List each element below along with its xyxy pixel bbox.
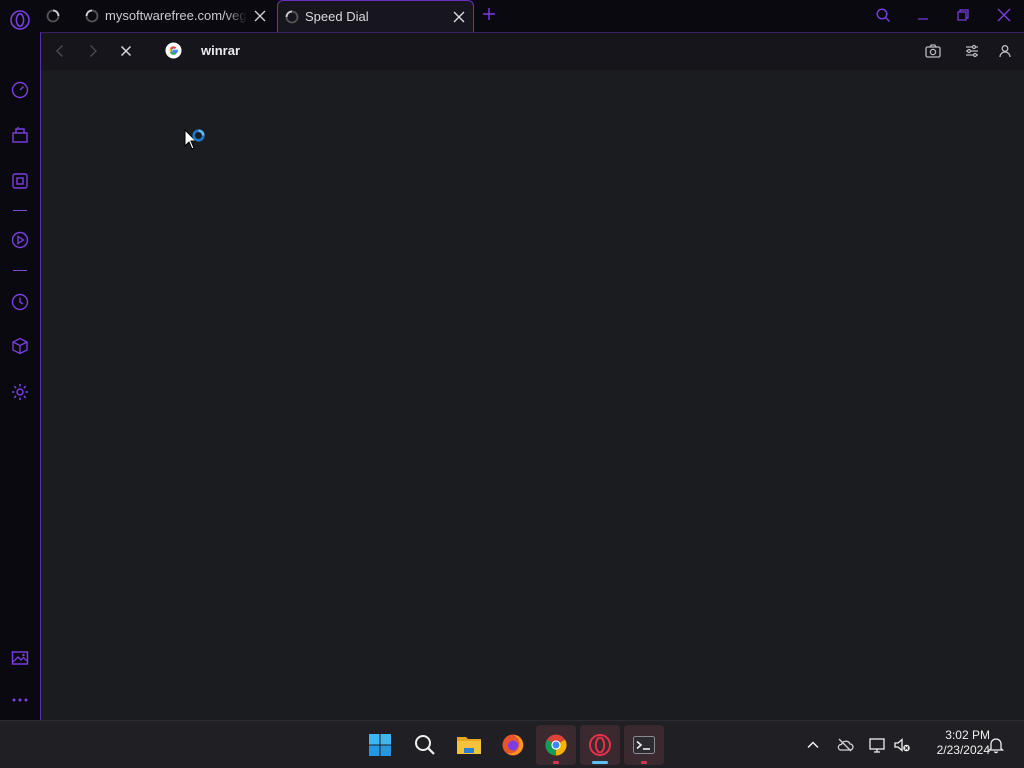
settings-gear-icon[interactable] bbox=[10, 382, 30, 402]
search-icon bbox=[415, 735, 435, 755]
clock-date: 2/23/2024 bbox=[936, 743, 990, 757]
onedrive-cloud-icon[interactable] bbox=[836, 736, 854, 754]
gallery-image-icon[interactable] bbox=[10, 648, 30, 668]
player-icon[interactable] bbox=[10, 230, 30, 250]
back-arrow-icon[interactable] bbox=[52, 43, 68, 59]
loading-spinner-icon bbox=[46, 9, 60, 22]
firefox-icon bbox=[502, 734, 524, 756]
firefox-button[interactable] bbox=[493, 725, 533, 765]
tab-title: Speed Dial bbox=[305, 9, 369, 24]
opera-menu-icon[interactable] bbox=[9, 9, 31, 31]
chrome-button[interactable] bbox=[536, 725, 576, 765]
running-indicator bbox=[592, 761, 608, 764]
terminal-icon bbox=[633, 736, 655, 754]
sidebar-divider bbox=[13, 210, 27, 211]
folder-icon bbox=[457, 737, 481, 754]
restore-icon[interactable] bbox=[955, 7, 971, 23]
busy-cursor-icon bbox=[184, 129, 205, 150]
chrome-icon bbox=[545, 734, 567, 756]
close-tab-icon[interactable] bbox=[452, 10, 466, 24]
running-indicator bbox=[553, 761, 559, 764]
more-dots-icon[interactable] bbox=[10, 690, 30, 710]
taskbar-search-button[interactable] bbox=[405, 725, 445, 765]
browser-window: winrar bbox=[40, 32, 1024, 720]
search-tabs-icon[interactable] bbox=[875, 7, 891, 23]
history-clock-icon[interactable] bbox=[10, 292, 30, 312]
address-input[interactable]: winrar bbox=[201, 43, 240, 58]
terminal-button[interactable] bbox=[624, 725, 664, 765]
new-tab-plus-icon[interactable] bbox=[481, 6, 497, 22]
windows-logo-icon bbox=[369, 734, 391, 756]
tab-speed-dial[interactable]: Speed Dial bbox=[277, 0, 474, 32]
cube-icon[interactable] bbox=[10, 336, 30, 356]
minimize-icon[interactable] bbox=[915, 7, 931, 23]
browser-titlebar: mysoftwarefree.com/vegas Speed Dial bbox=[0, 0, 1024, 32]
network-icon[interactable] bbox=[868, 736, 886, 754]
system-clock[interactable]: 3:02 PM 2/23/2024 bbox=[918, 728, 990, 758]
extensions-icon[interactable] bbox=[10, 171, 30, 191]
opera-sidebar bbox=[0, 32, 40, 720]
chevron-up-icon[interactable] bbox=[804, 736, 822, 754]
volume-muted-icon[interactable] bbox=[893, 736, 911, 754]
tab-mysoftwarefree[interactable]: mysoftwarefree.com/vegas bbox=[85, 0, 275, 31]
snapshot-camera-icon[interactable] bbox=[924, 42, 942, 60]
opera-icon bbox=[589, 734, 611, 756]
sidebar-divider bbox=[13, 270, 27, 271]
google-icon bbox=[165, 42, 182, 59]
close-tab-icon[interactable] bbox=[253, 9, 267, 23]
tab-title: mysoftwarefree.com/vegas bbox=[105, 8, 247, 23]
easy-setup-sliders-icon[interactable] bbox=[963, 42, 981, 60]
page-content[interactable] bbox=[41, 70, 1024, 720]
loading-spinner-icon bbox=[85, 9, 99, 22]
close-window-icon[interactable] bbox=[996, 7, 1012, 23]
profile-user-icon[interactable] bbox=[996, 42, 1014, 60]
stop-loading-icon[interactable] bbox=[118, 43, 134, 59]
clock-time: 3:02 PM bbox=[945, 728, 990, 742]
speed-dial-icon[interactable] bbox=[10, 80, 30, 100]
address-bar: winrar bbox=[41, 33, 1024, 70]
opera-gx-button[interactable] bbox=[580, 725, 620, 765]
start-button[interactable] bbox=[360, 725, 400, 765]
forward-arrow-icon[interactable] bbox=[85, 43, 101, 59]
workspaces-icon[interactable] bbox=[10, 125, 30, 145]
tab-loading[interactable] bbox=[46, 0, 76, 31]
loading-spinner-icon bbox=[285, 10, 299, 23]
file-explorer-button[interactable] bbox=[449, 725, 489, 765]
running-indicator bbox=[641, 761, 647, 764]
notification-bell-icon[interactable] bbox=[987, 736, 1005, 754]
